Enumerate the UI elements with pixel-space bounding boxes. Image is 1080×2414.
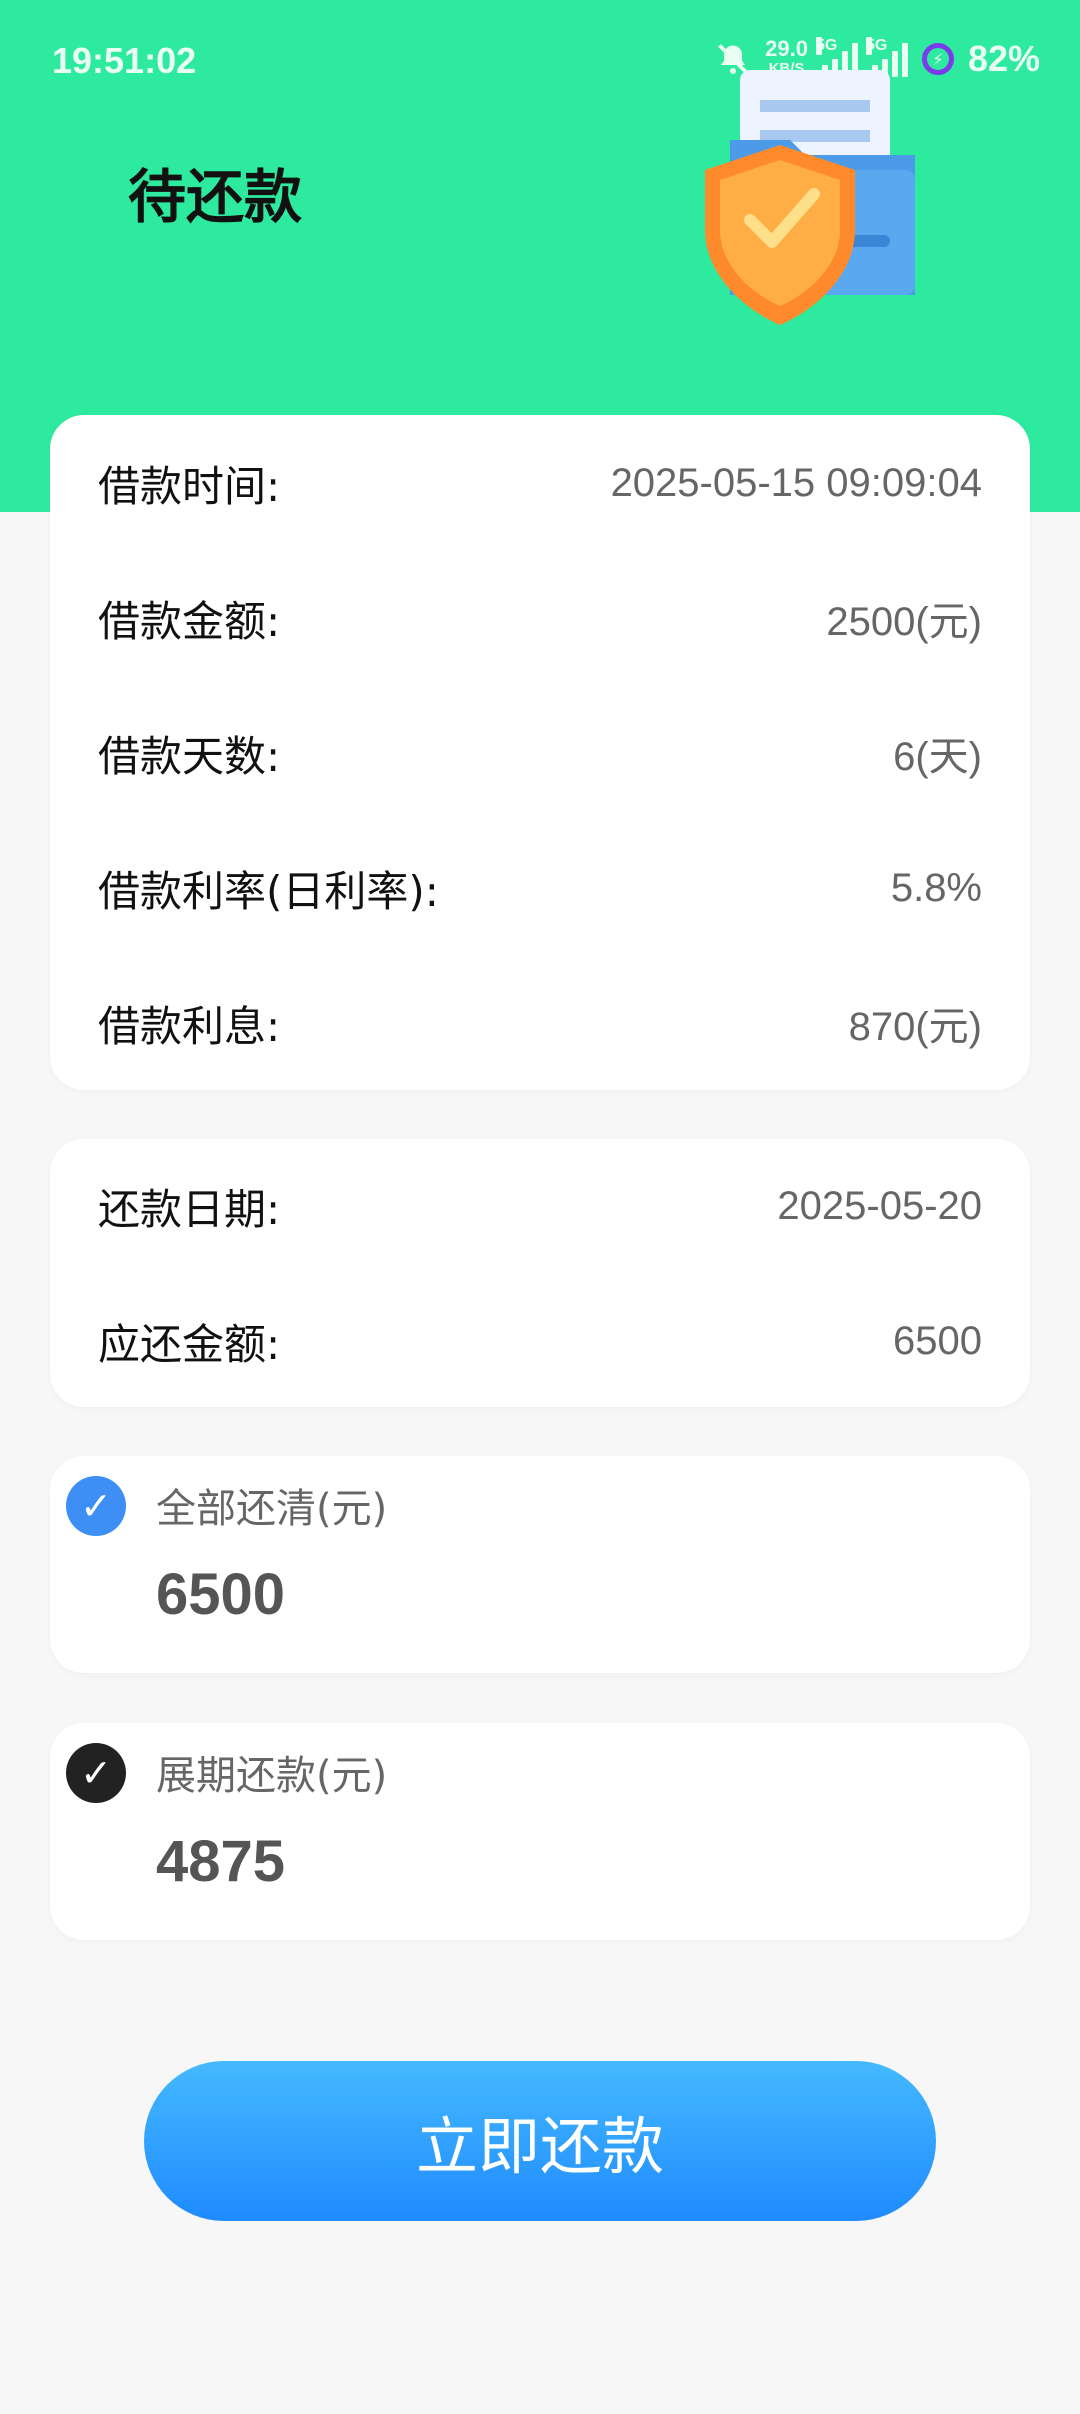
repay-date-row: 还款日期: 2025-05-20 (98, 1183, 982, 1234)
loan-time-row: 借款时间: 2025-05-15 09:09:04 (98, 460, 982, 511)
loan-amount-row: 借款金额: 2500(元) (98, 596, 982, 646)
repay-info-card: 还款日期: 2025-05-20 应还金额: 6500 (50, 1139, 1030, 1407)
loan-days-row: 借款天数: 6(天) (98, 731, 982, 781)
loan-rate-row: 借款利率(日利率): 5.8% (98, 865, 982, 916)
option-amount: 6500 (156, 1562, 286, 1627)
option-amount: 4875 (156, 1829, 286, 1894)
check-icon[interactable]: ✓ (66, 1476, 126, 1536)
page-title: 待还款 (128, 163, 303, 231)
battery-percentage: 82% (967, 38, 1040, 79)
option-extension-repayment[interactable]: ✓ 展期还款(元) 4875 (50, 1723, 1030, 1940)
repay-now-button[interactable]: 立即还款 (144, 2061, 936, 2221)
option-title: 全部还清(元) (156, 1486, 388, 1532)
shield-folder-illustration (705, 70, 915, 325)
loan-info-card: 借款时间: 2025-05-15 09:09:04 借款金额: 2500(元) … (50, 415, 1030, 1090)
option-full-repayment[interactable]: ✓ 全部还清(元) 6500 (50, 1456, 1030, 1673)
check-icon[interactable]: ✓ (66, 1743, 126, 1803)
option-title: 展期还款(元) (156, 1753, 388, 1799)
repay-due-amount-row: 应还金额: 6500 (98, 1318, 982, 1369)
status-time: 19:51:02 (52, 40, 197, 81)
loan-interest-row: 借款利息: 870(元) (98, 1001, 982, 1051)
